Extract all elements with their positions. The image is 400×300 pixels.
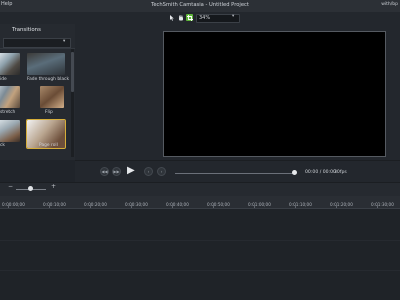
ruler-tick — [336, 205, 337, 208]
transition-thumb-5[interactable] — [0, 120, 20, 142]
fps-readout: 30fps — [334, 170, 347, 175]
crop-icon — [186, 14, 193, 21]
crop-tool-button[interactable] — [186, 14, 193, 21]
ruler-tick — [90, 205, 91, 208]
transition-label-5: ck — [0, 143, 5, 148]
chevron-down-icon: ▾ — [63, 39, 66, 44]
transition-thumb-1[interactable] — [0, 53, 20, 75]
timeline-zoom-row — [0, 182, 400, 197]
chevron-down-icon: ▾ — [232, 14, 235, 19]
transition-label-2: Fade through black — [27, 77, 69, 82]
ruler-tick — [213, 205, 214, 208]
panel-scrollbar-thumb[interactable] — [71, 52, 74, 92]
app-title: TechSmith Camtasia - Untitled Project — [151, 2, 249, 8]
transition-label-6: Page roll — [39, 143, 58, 148]
ruler-tick-label: 0:01:20;00 — [330, 202, 353, 207]
track-divider — [0, 240, 400, 241]
zoom-out-icon[interactable]: − — [8, 183, 13, 190]
preview-canvas[interactable] — [163, 31, 386, 157]
ruler-tick — [254, 205, 255, 208]
time-readout: 00:00 / 00:00 — [305, 170, 336, 175]
ruler-tick-label: 0:01:00;00 — [248, 202, 271, 207]
track-divider — [0, 270, 400, 271]
hand-icon — [178, 14, 183, 20]
step-forward-icon[interactable]: ▶▶ — [112, 167, 121, 176]
ruler-tick-label: 0:00:10;00 — [43, 202, 66, 207]
transition-label-1: ide — [0, 77, 7, 82]
ruler-tick-label: 0:00:00;00 — [2, 202, 25, 207]
hand-tool-button[interactable] — [177, 14, 184, 21]
step-back-icon[interactable]: ◀◀ — [100, 167, 109, 176]
transitions-filter-dropdown[interactable] — [3, 38, 71, 48]
ruler-tick-label: 0:01:10;00 — [289, 202, 312, 207]
play-icon[interactable]: ▶ — [127, 166, 135, 176]
ruler-tick-label: 0:00:50;00 — [207, 202, 230, 207]
transition-thumb-2[interactable] — [27, 53, 65, 75]
ruler-tick-label: 0:00:40;00 — [166, 202, 189, 207]
zoom-value: 34% — [199, 14, 211, 21]
next-icon[interactable]: › — [157, 167, 166, 176]
panel-title: Transitions — [12, 27, 41, 33]
ruler-tick-label: 0:00:30;00 — [125, 202, 148, 207]
user-label[interactable]: with/bp — [381, 2, 398, 7]
transition-label-4: Flip — [45, 110, 53, 115]
ruler-tick — [131, 205, 132, 208]
divider — [0, 48, 75, 49]
ruler-tick — [49, 205, 50, 208]
ruler-tick-label: 0:01:30;00 — [371, 202, 394, 207]
transition-thumb-4[interactable] — [40, 86, 64, 108]
scrub-track[interactable] — [175, 172, 295, 174]
select-tool-button[interactable] — [168, 14, 175, 21]
ruler-tick-label: 0:00:20;00 — [84, 202, 107, 207]
transition-thumb-3[interactable] — [0, 86, 20, 108]
transition-label-3: stretch — [0, 110, 16, 115]
previous-icon[interactable]: ‹ — [144, 167, 153, 176]
zoom-in-icon[interactable]: + — [51, 183, 56, 190]
zoom-slider-knob[interactable] — [28, 186, 33, 191]
ruler-tick — [295, 205, 296, 208]
ruler-tick — [377, 205, 378, 208]
timeline-tracks[interactable] — [0, 209, 400, 300]
playback-bar — [75, 160, 400, 183]
ruler-tick — [8, 205, 9, 208]
ruler-tick — [172, 205, 173, 208]
arrow-pointer-icon — [169, 14, 174, 21]
playhead-knob[interactable] — [292, 170, 297, 175]
